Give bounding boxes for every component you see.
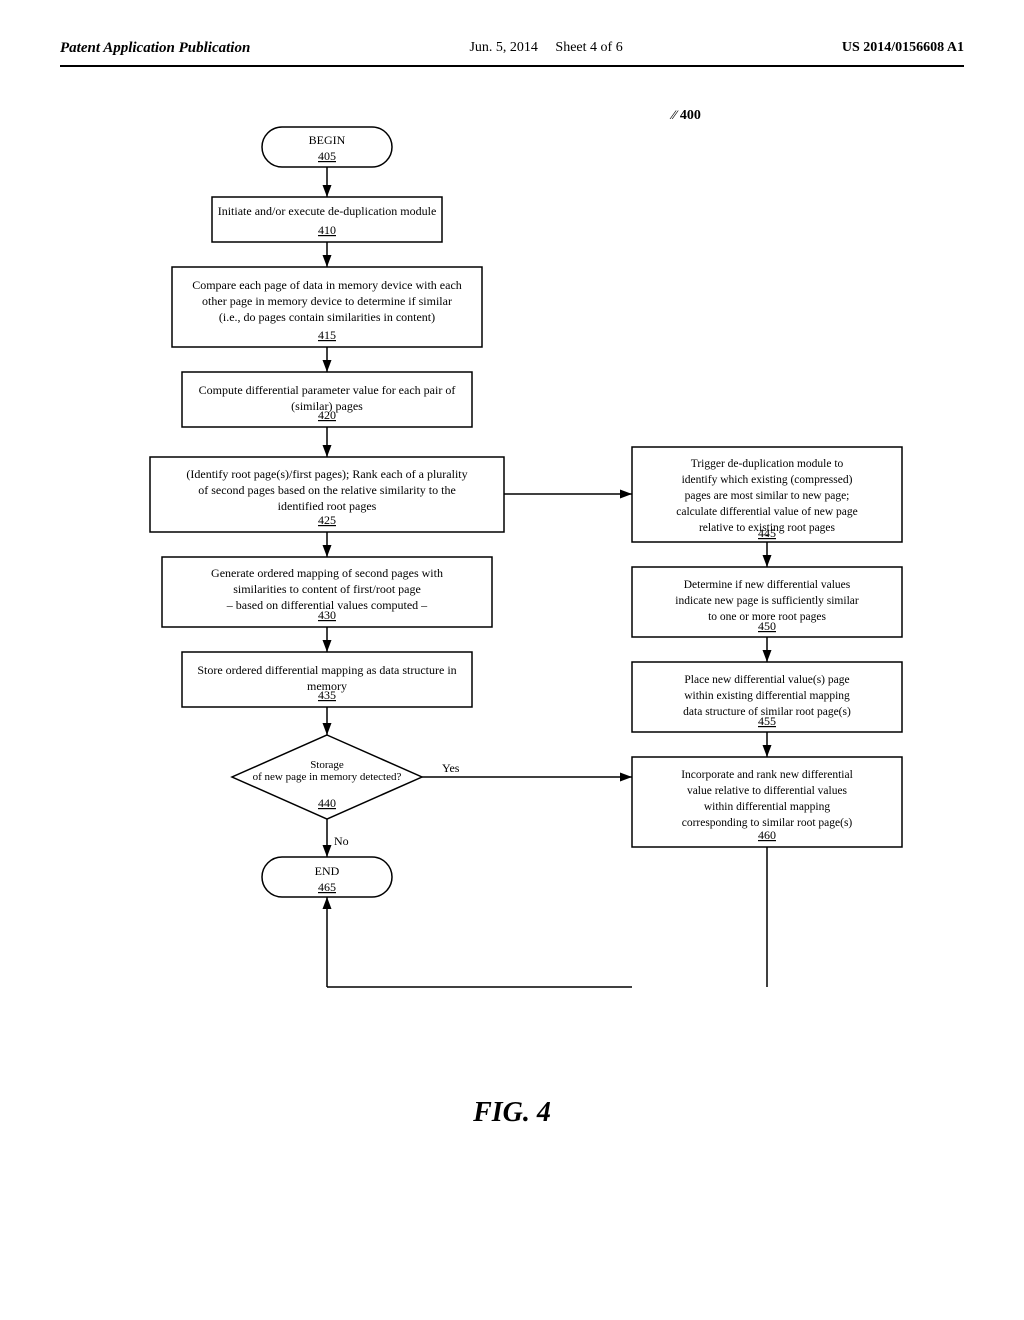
svg-text:440: 440 [318,796,336,810]
svg-text:410: 410 [318,223,336,237]
svg-text:identify which existing (compr: identify which existing (compressed) [682,474,853,486]
svg-text:(i.e., do pages contain simila: (i.e., do pages contain similarities in … [219,310,435,324]
svg-text:END: END [315,864,340,878]
svg-text:415: 415 [318,328,336,342]
svg-text:Initiate and/or execute de-dup: Initiate and/or execute de-duplication m… [218,204,437,218]
header: Patent Application Publication Jun. 5, 2… [60,40,964,67]
svg-text:430: 430 [318,608,336,622]
flowchart: ∕∕ 400 BEGIN 405 Initiate and/or execute… [82,97,942,1077]
svg-text:455: 455 [758,714,776,728]
svg-text:identified root pages: identified root pages [278,499,377,513]
svg-text:(Identify root page(s)/first p: (Identify root page(s)/first pages); Ran… [186,467,467,481]
header-center: Jun. 5, 2014 Sheet 4 of 6 [469,40,622,56]
svg-text:within existing differential m: within existing differential mapping [684,690,850,702]
svg-text:Incorporate and rank new diffe: Incorporate and rank new differential [681,769,853,781]
svg-text:460: 460 [758,828,776,842]
flowchart-svg: BEGIN 405 Initiate and/or execute de-dup… [82,97,942,1077]
svg-text:Determine if new differential: Determine if new differential values [684,579,851,591]
header-sheet: Sheet 4 of 6 [555,40,622,55]
svg-text:of second pages based on the r: of second pages based on the relative si… [198,483,456,497]
svg-text:calculate differential value o: calculate differential value of new page [676,506,857,518]
svg-text:Store ordered differential map: Store ordered differential mapping as da… [197,663,456,677]
svg-text:445: 445 [758,526,776,540]
svg-text:similarities to content of fir: similarities to content of first/root pa… [233,582,421,596]
svg-text:No: No [334,834,349,848]
svg-text:465: 465 [318,880,336,894]
svg-text:450: 450 [758,619,776,633]
svg-text:within differential mapping: within differential mapping [704,801,831,813]
svg-text:Yes: Yes [442,761,460,775]
svg-text:435: 435 [318,688,336,702]
svg-text:other page in memory device to: other page in memory device to determine… [202,294,452,308]
svg-text:425: 425 [318,513,336,527]
svg-text:of new page in memory detected: of new page in memory detected? [253,771,402,783]
svg-text:indicate new page is sufficien: indicate new page is sufficiently simila… [675,595,859,607]
page: Patent Application Publication Jun. 5, 2… [0,0,1024,1320]
svg-text:Compute differential parameter: Compute differential parameter value for… [199,383,456,397]
svg-text:Generate ordered mapping of se: Generate ordered mapping of second pages… [211,566,443,580]
svg-text:Trigger de-duplication module: Trigger de-duplication module to [691,458,844,470]
svg-text:pages are most similar to new: pages are most similar to new page; [685,490,850,502]
header-title: Patent Application Publication [60,40,250,57]
svg-text:Storage: Storage [310,759,344,771]
figure-label: FIG. 4 [60,1097,964,1129]
header-date: Jun. 5, 2014 [469,40,537,55]
svg-text:value relative to differential: value relative to differential values [687,785,848,797]
header-patent: US 2014/0156608 A1 [842,40,964,56]
svg-text:405: 405 [318,149,336,163]
svg-text:Place new differential value(s: Place new differential value(s) page [684,674,849,686]
svg-text:Compare each page of data in m: Compare each page of data in memory devi… [192,278,462,292]
svg-text:420: 420 [318,408,336,422]
svg-text:BEGIN: BEGIN [309,133,346,147]
